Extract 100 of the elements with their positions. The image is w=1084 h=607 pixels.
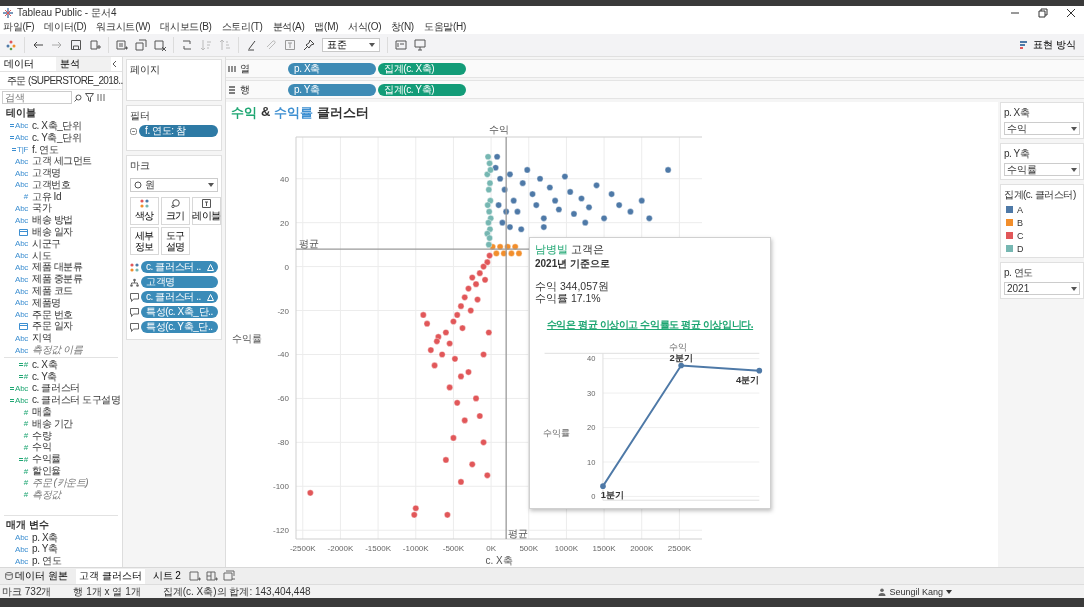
axis-tick-label: -2000K (327, 544, 354, 553)
field-type-glyph: # (23, 466, 28, 476)
field-name: 고객번호 (32, 178, 71, 192)
field-name: c. Y축_단위 (32, 131, 82, 145)
field-name: 매출 (32, 405, 52, 419)
status-text: 행 1개 x 열 1개 (73, 584, 141, 599)
status-text: 집계(c. X축)의 합계: 143,404,448 (162, 584, 311, 599)
field-name: 제품 중분류 (32, 272, 83, 286)
field-name: 고객 세그먼트 (32, 155, 92, 168)
axis-tick-label: 0K (486, 544, 496, 553)
field-type-glyph: # (23, 360, 28, 370)
field-type-glyph: Abc (15, 262, 28, 272)
axis-tick-label: -40 (277, 350, 289, 360)
field-name: 제품 대분류 (32, 261, 83, 274)
field-type-glyph: Abc (15, 121, 28, 131)
field-type-glyph: Abc (15, 544, 28, 554)
field-type-glyph: Abc (15, 251, 28, 261)
field-type-glyph: Abc (15, 168, 28, 178)
field-type-glyph: Abc (15, 203, 28, 213)
reference-line-label: 평균 (508, 528, 529, 539)
axis-tick-label: -2500K (289, 544, 316, 553)
field-type-glyph: Abc (15, 345, 28, 355)
field-name: c. 클러스터 도구설명 (32, 393, 121, 407)
point-category-label: 4분기 (736, 373, 760, 385)
field-name: 제품명 (32, 296, 61, 310)
parameter-name: p. X축 (32, 530, 58, 544)
field-name: 주문 일자 (32, 320, 73, 333)
field-type-glyph: Abc (15, 274, 28, 284)
axis-tick-label: 500K (519, 544, 539, 553)
field-type-glyph: Abc (15, 533, 28, 542)
point-category-label: 1분기 (600, 489, 624, 501)
card-title: 마크 (130, 159, 151, 173)
axis-tick-label: 10 (587, 457, 596, 467)
axis-tick-label: 0 (284, 262, 289, 272)
parameter-name: p. Y축 (32, 543, 58, 556)
axis-tick-label: -1000K (402, 544, 429, 553)
section-heading: 매개 변수 (5, 517, 50, 532)
field-type-glyph: Abc (15, 215, 28, 225)
field-name: 주문 (카운트) (32, 476, 89, 490)
axis-tick-label: 20 (280, 218, 289, 228)
chart-title: 수익 & 수익률 클러스터 (230, 103, 371, 122)
field-type-glyph: Abc (15, 239, 28, 249)
reference-line-label: 평균 (299, 238, 319, 250)
card-title: 페이지 (130, 63, 161, 77)
axis-tick-label: 0 (591, 492, 596, 502)
column-header: 수익 (489, 124, 509, 135)
card-title: p. Y축 (1004, 147, 1031, 161)
shelf-label: 행 (240, 82, 250, 97)
field-type-glyph: Abc (15, 298, 28, 308)
field-name: 수익 (32, 441, 52, 454)
tooltip-value: 수익 344,057원 (535, 280, 610, 292)
field-type-glyph: Abc (15, 133, 28, 143)
field-name: 배송 기간 (32, 417, 73, 431)
axis-tick-label: 1500K (592, 544, 616, 553)
field-name: f. 연도 (32, 143, 59, 156)
field-type-glyph: Abc (15, 310, 28, 320)
field-name: 시도 (32, 249, 52, 262)
card-title: 집계(c. 클러스터) (1004, 188, 1077, 202)
axis-tick-label: -100 (273, 482, 289, 492)
field-type-glyph: # (23, 490, 28, 500)
field-type-glyph: # (23, 419, 28, 429)
axis-tick-label: 20 (587, 423, 596, 433)
field-name: 배송 방법 (32, 213, 73, 227)
field-name: 제품 코드 (32, 284, 73, 298)
axis-tick-label: -20 (277, 306, 289, 316)
axis-tick-label: -60 (277, 394, 289, 404)
field-name: 할인율 (32, 464, 61, 478)
field-type-glyph: # (23, 431, 28, 441)
field-type-glyph: # (23, 372, 28, 382)
field-type-glyph: Abc (15, 156, 28, 166)
field-type-glyph: # (23, 192, 28, 202)
field-name: c. Y축 (32, 370, 58, 383)
field-type-glyph: Abc (15, 286, 28, 296)
field-name: 주문 번호 (32, 308, 73, 321)
axis-tick-label: 1000K (554, 544, 578, 553)
axis-tick-label: -80 (277, 438, 289, 448)
field-name: c. 클러스터 (32, 382, 80, 395)
axis-tick-label: -1500K (365, 544, 391, 553)
shelf-label: 열 (240, 61, 250, 76)
section-heading: 테이블 (5, 106, 37, 120)
axis-title: 수익률 (232, 333, 262, 344)
field-type-glyph: Abc (15, 333, 28, 343)
window-title: Tableau Public - 문서4 (17, 6, 117, 20)
axis-title: c. X축 (485, 555, 513, 566)
field-type-glyph: # (23, 407, 28, 417)
field-type-glyph: # (23, 478, 28, 488)
parameter-name: p. 연도 (32, 554, 62, 569)
point-category-label: 2분기 (669, 351, 693, 363)
field-name: 국가 (32, 202, 52, 215)
axis-tick-label: 40 (587, 354, 596, 364)
axis-tick-label: 2000K (630, 544, 654, 553)
field-name: 수익률 (32, 452, 61, 466)
field-type-glyph: Abc (15, 395, 28, 405)
status-text: 마크 732개 (2, 584, 52, 599)
field-name: 측정값 이름 (32, 343, 83, 358)
tooltip-subheading: 2021년 기준으로 (535, 257, 612, 271)
field-name: 고유 Id (32, 190, 62, 203)
field-type-glyph: T|F (17, 145, 28, 154)
field-name: c. X축_단위 (32, 118, 82, 133)
axis-tick-label: 40 (280, 174, 289, 184)
